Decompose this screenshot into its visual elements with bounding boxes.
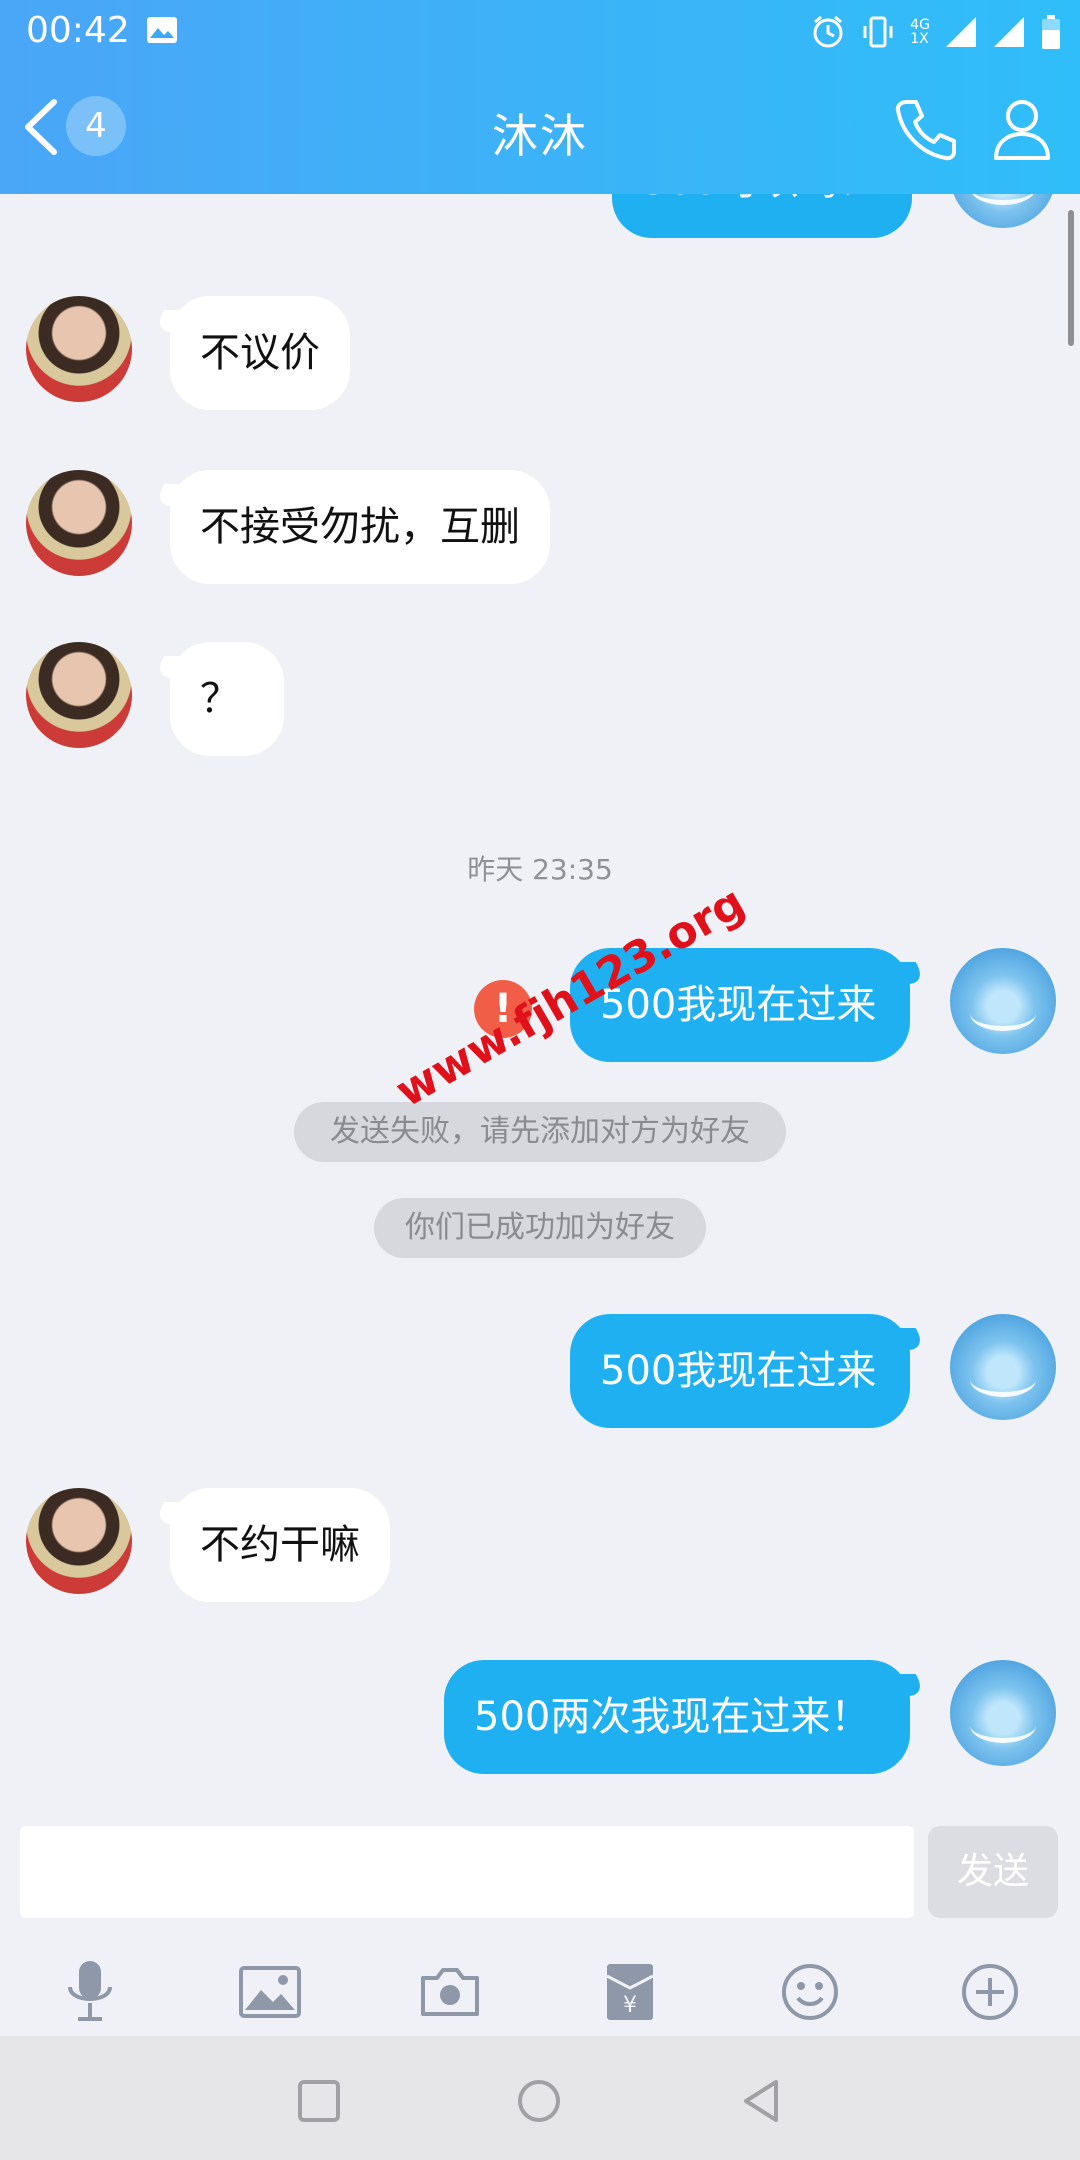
my-avatar[interactable] [950,1314,1056,1420]
alarm-icon [813,15,843,48]
home-icon[interactable] [514,2076,564,2126]
system-navigation-bar [0,2036,1080,2160]
signal-icon-2 [994,17,1024,47]
recent-apps-icon[interactable] [294,2076,344,2126]
message-input[interactable] [20,1826,914,1918]
message-timestamp: 昨天 23:35 [467,853,613,886]
status-time: 00:42 [26,10,130,51]
scrollbar[interactable] [1068,210,1074,346]
profile-icon[interactable] [990,96,1054,160]
phone-icon[interactable] [892,96,960,164]
contact-avatar[interactable] [26,296,132,402]
send-button[interactable]: 发送 [928,1826,1058,1918]
contact-avatar[interactable] [26,642,132,748]
back-nav-icon[interactable] [736,2076,786,2126]
my-avatar[interactable] [950,1660,1056,1766]
message-outgoing[interactable]: 500两次我现在过来！ [444,1660,910,1774]
chat-header: 00:42 4G 1X 4 沐沐 [0,0,1080,194]
image-notification-icon [147,17,177,43]
message-outgoing[interactable]: 500我现在过来 [570,1314,910,1428]
network-label: 4G 1X [910,17,930,47]
message-incoming[interactable]: 不议价 [170,296,350,410]
vibrate-icon [863,16,893,48]
system-notice-failed: 发送失败，请先添加对方为好友 [294,1102,786,1162]
emoji-icon[interactable] [774,1956,846,2028]
image-icon[interactable] [234,1956,306,2028]
system-icons: 4G 1X [810,12,1062,52]
message-incoming[interactable]: 不约干嘛 [170,1488,390,1602]
contact-avatar[interactable] [26,470,132,576]
system-notice-friend-added: 你们已成功加为好友 [374,1198,706,1258]
camera-icon[interactable] [414,1956,486,2028]
status-bar: 00:42 4G 1X [0,0,1080,64]
input-toolbar: ¥ [0,1956,1080,2036]
contact-avatar[interactable] [26,1488,132,1594]
svg-text:¥: ¥ [623,1993,637,2018]
my-avatar[interactable] [950,948,1056,1054]
signal-icon [946,17,976,47]
battery-icon [1042,15,1060,49]
input-area: 发送 ¥ [0,1806,1080,2038]
microphone-icon[interactable] [54,1956,126,2028]
red-packet-icon[interactable]: ¥ [594,1956,666,2028]
message-incoming[interactable]: 不接受勿扰，互删 [170,470,550,584]
plus-icon[interactable] [954,1956,1026,2028]
message-incoming[interactable]: ？ [170,642,284,756]
